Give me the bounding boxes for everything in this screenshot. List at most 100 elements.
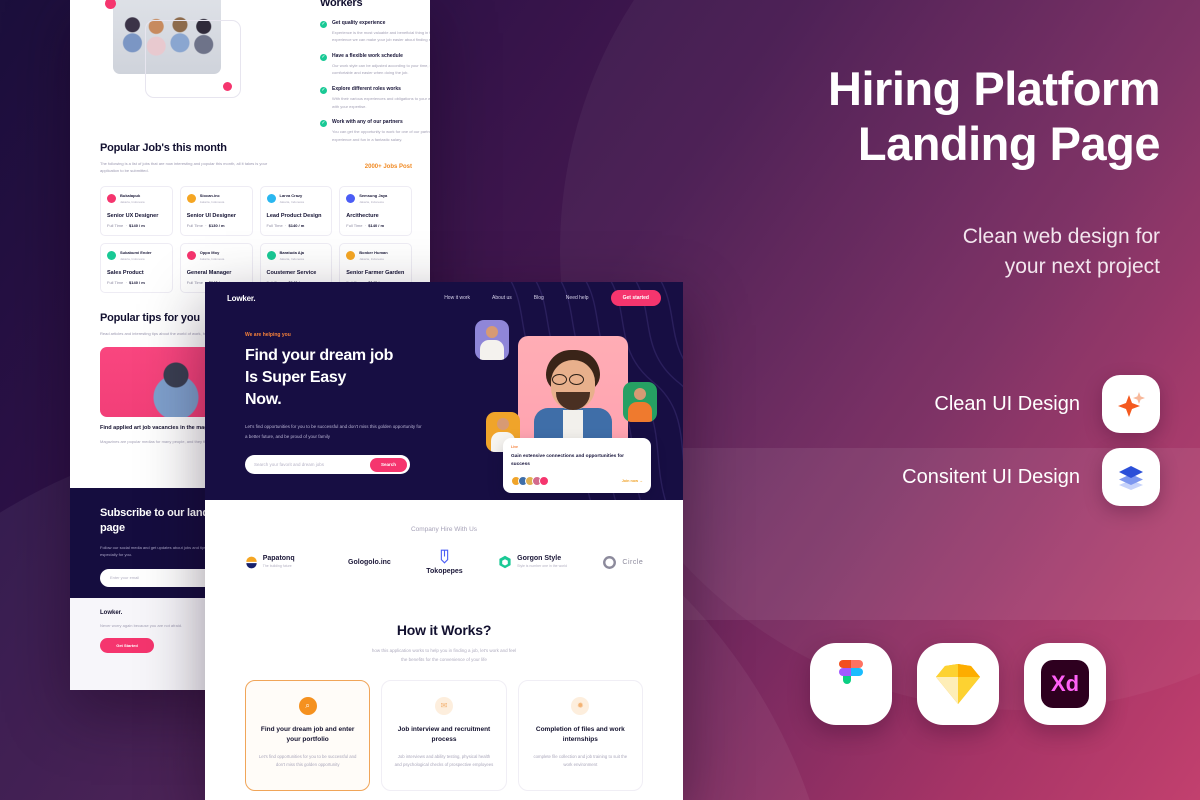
job-card-company-row: Bukalapuk Jakarta, Indonesia (107, 193, 166, 204)
how-card-2[interactable]: ✉ Job interview and recruitment process … (381, 679, 507, 792)
navbar: Lowker. How it work About us Blog Need h… (205, 282, 683, 314)
accent-dot-icon (223, 82, 232, 91)
sketch-logo-icon (936, 664, 980, 704)
check-icon: ✓ (320, 53, 327, 61)
job-card[interactable]: Bukalapuk Jakarta, Indonesia Senior UX Des… (100, 185, 173, 236)
job-card-company-row: Bonker Human Jakarta, Indonesia (346, 250, 405, 261)
job-location: Jakarta, Indonesia (120, 199, 145, 204)
how-it-works-cards: ⌕ Find your dream job and enter your por… (245, 679, 643, 792)
nav-link-about-us[interactable]: About us (492, 295, 512, 301)
company-circle: Circle (602, 555, 643, 570)
value-title: Have a flexible work schedule (332, 52, 403, 59)
company-logo-icon (186, 193, 196, 203)
value-item: ✓ Explore different roles works With the… (320, 86, 430, 110)
promo-title-line2: Landing Page (857, 116, 1161, 170)
hero-search-input[interactable]: Search your favorit and dream jobs (254, 462, 324, 467)
job-title: Lead Product Design (266, 212, 322, 219)
hero-search-button[interactable]: Search (369, 457, 407, 472)
testimonial-footer: Join now → (511, 475, 643, 486)
hero-thumbnail-green (623, 382, 657, 422)
avatar-more (539, 475, 549, 486)
hero-headline-line3: Now. (245, 391, 282, 409)
figma-logo-icon (839, 660, 863, 684)
feature-label: Consitent UI Design (902, 465, 1080, 488)
company-name: Gologolo.inc (348, 558, 391, 566)
promo-title-line1: Hiring Platform (828, 62, 1160, 115)
hero-description: Let's find opportunities for you to be s… (245, 424, 422, 439)
nav-link-blog[interactable]: Blog (534, 295, 544, 301)
company-logo-icon (346, 250, 356, 260)
job-meta: Full Time · $140 / m (266, 222, 305, 228)
chat-icon: ✉ (434, 696, 453, 715)
how-card-1[interactable]: ⌕ Find your dream job and enter your por… (245, 679, 371, 792)
job-company: Bonker Human (359, 249, 388, 255)
hero-search-bar[interactable]: Search your favorit and dream jobs Searc… (245, 455, 410, 475)
job-title: Arcithecture (346, 212, 379, 219)
job-card-company-row: Larva Crazy Jakarta, Indonesia (266, 193, 326, 204)
company-gorgon-style: Gorgon Style Style is number one in the … (498, 555, 567, 570)
company-logo-icon (186, 250, 196, 260)
design-tool-logos: Xd (810, 643, 1106, 725)
job-card[interactable]: Larva Crazy Jakarta, Indonesia Lead Produc… (259, 185, 333, 236)
job-title: Coustemer Service (266, 269, 317, 276)
company-logo-icon (266, 193, 276, 203)
job-card[interactable]: Siocan.inc Jakarta, Indonesia Senior UI De… (179, 185, 253, 236)
foreground-mockup-screen: Lowker. How it work About us Blog Need h… (205, 282, 683, 800)
testimonial-text: Gain extensive connections and opportuni… (511, 454, 625, 468)
hero-copy: We are helping you Find your dream job I… (245, 332, 445, 475)
how-card-title: Find your dream job and enter your portf… (260, 725, 355, 744)
feature-consistent-ui-design: Consitent UI Design (730, 448, 1160, 506)
company-logo-icon (266, 250, 276, 260)
job-company: Oppo Moy (199, 249, 220, 255)
company-tokopepes: Tokopepes (426, 549, 463, 575)
avatar-body (628, 402, 652, 422)
glasses-icon (552, 374, 567, 385)
promo-title: Hiring Platform Landing Page (730, 62, 1160, 171)
testimonial-join-link[interactable]: Join now → (622, 479, 643, 483)
jobs-count-badge: 2000+ Jobs Post (364, 164, 412, 170)
company-logo-icon (107, 193, 116, 203)
hexagon-icon (499, 555, 511, 569)
job-card[interactable]: Semsung Jaya Jakarta, Indonesia Arcithectu… (339, 185, 412, 236)
values-heading: Values for Business and Workers (320, 0, 363, 10)
value-desc: With their various experiences and oblig… (332, 95, 430, 109)
company-tagline: The building future (262, 563, 292, 568)
promo-panel: Hiring Platform Landing Page Clean web d… (730, 0, 1200, 800)
footer-brand-column: Lowker. Never worry again because you ar… (100, 610, 188, 661)
avatar-group (511, 475, 549, 486)
promo-subtitle: Clean web design for your next project (770, 222, 1160, 283)
check-icon: ✓ (320, 20, 327, 28)
layers-icon (1119, 466, 1143, 490)
value-item: ✓ Work with any of our partners You can … (320, 119, 430, 143)
how-card-desc: Job interviews and ability testing, phys… (394, 753, 494, 768)
nav-get-started-button[interactable]: Get started (610, 290, 661, 306)
nav-link-need-help[interactable]: Need help (566, 295, 589, 301)
team-photo-block (105, 0, 241, 102)
job-company: Semsung Jaya (359, 192, 388, 198)
moon-icon (331, 556, 337, 568)
job-title: Senior UX Designer (107, 212, 159, 219)
promo-subtitle-line2: your next project (1004, 255, 1160, 279)
hero-headline-line2: Is Super Easy (245, 369, 347, 387)
footer-get-started-button[interactable]: Get Started (100, 637, 154, 653)
promo-subtitle-line1: Clean web design for (962, 225, 1160, 248)
subscribe-email-input[interactable]: Enter your email (110, 575, 139, 580)
circle-icon (603, 555, 617, 569)
nav-links: How it work About us Blog Need help (444, 295, 588, 301)
how-it-works-subtitle: how this application works to help you i… (245, 646, 643, 665)
how-card-3[interactable]: ✹ Completion of files and work internshi… (517, 679, 643, 792)
job-card-company-row: Baratuda Aja Jakarta, Indonesia (266, 250, 326, 261)
how-subtitle-line1: how this application works to help you i… (371, 648, 517, 653)
hero-thumbnail-purple (475, 320, 509, 360)
nav-link-how-it-work[interactable]: How it work (444, 295, 470, 301)
job-location: Jakarta, Indonesia (279, 256, 305, 261)
job-location: Jakarta, Indonesia (199, 199, 225, 204)
glasses-icon (569, 374, 584, 385)
job-cards-grid: Bukalapuk Jakarta, Indonesia Senior UX Des… (100, 185, 412, 293)
job-card[interactable]: Sukabumi Ender Jakarta, Indonesia Sales Pr… (100, 242, 173, 293)
value-desc: Experience is the most valuable and bene… (332, 29, 430, 43)
job-title: Sales Product (107, 269, 144, 276)
nav-logo[interactable]: Lowker. (227, 294, 256, 303)
sparkle-icon (1118, 392, 1145, 417)
avatar-head (486, 326, 498, 338)
